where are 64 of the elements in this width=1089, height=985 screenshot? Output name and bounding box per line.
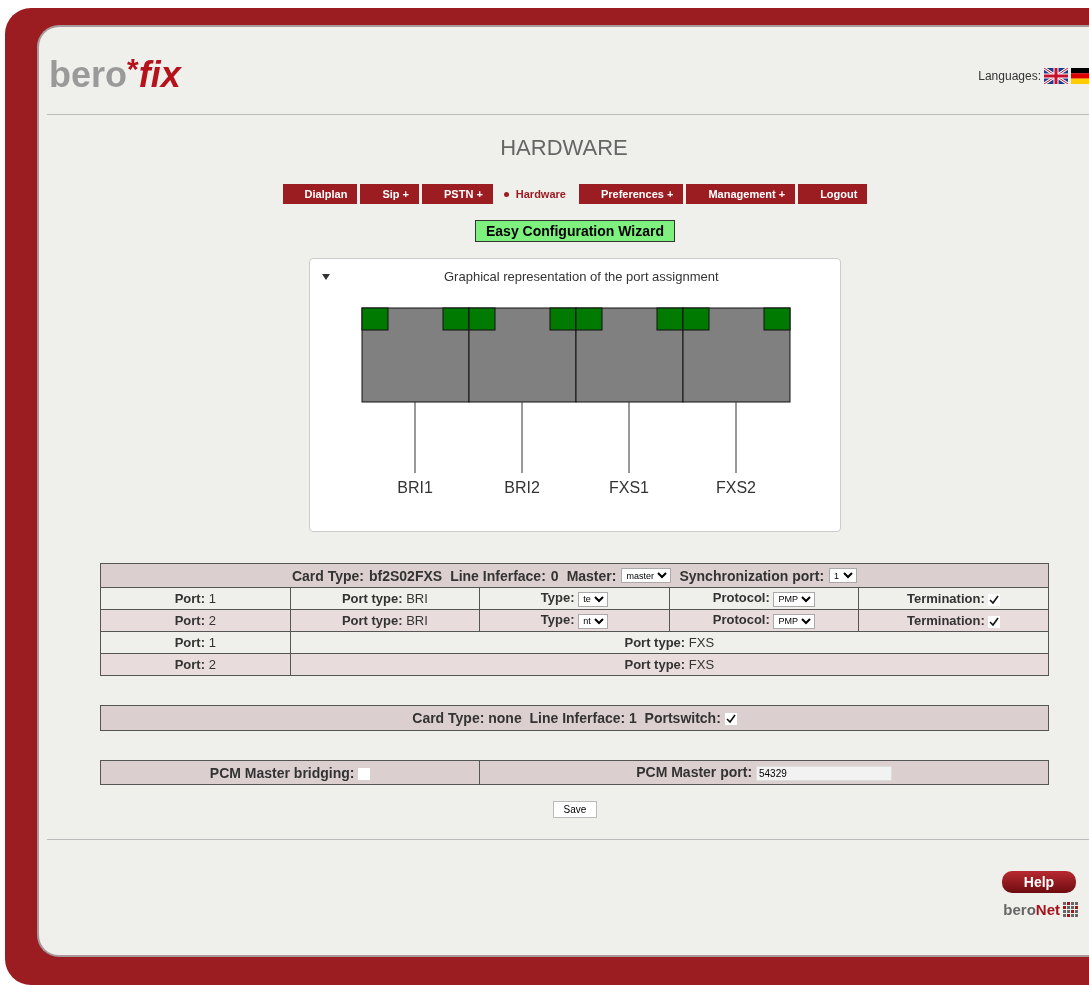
protocol-label: Protocol:	[712, 590, 770, 606]
logo: bero$^{*}$fix	[49, 53, 181, 93]
master-port-field[interactable]: 54329	[756, 766, 892, 781]
port-value: 1	[208, 635, 216, 650]
termination-checkbox[interactable]	[988, 615, 1001, 628]
protocol-dropdown[interactable]: PMP	[773, 591, 816, 607]
termination-checkbox[interactable]	[988, 593, 1001, 606]
port-type-label: Port type:	[624, 635, 686, 650]
wizard-button[interactable]: Easy Configuration Wizard	[475, 220, 675, 242]
port-type-value: FXS	[688, 657, 715, 672]
protocol-dropdown[interactable]: PMP	[773, 613, 816, 629]
help-button[interactable]: Help	[1002, 871, 1076, 893]
port-value: 2	[208, 613, 216, 628]
collapse-triangle-icon[interactable]	[322, 273, 330, 280]
type-label: Type:	[540, 590, 575, 606]
port-value: 2	[208, 657, 216, 672]
port-value: 1	[208, 591, 216, 606]
port-type-label: Port type:	[624, 657, 686, 672]
tricolor-flag-icon[interactable]	[1071, 68, 1089, 84]
card-header: Card Type: none Line Inferface: 1 Portswitch:	[412, 710, 721, 726]
master-port-label: PCM Master port:	[636, 764, 753, 780]
type-label: Type:	[540, 612, 575, 628]
port-type-value: BRI	[406, 613, 428, 628]
dot-grid-icon	[1063, 902, 1079, 918]
field-label: Synchronization port:	[679, 567, 825, 584]
field-label: Card Type:	[291, 567, 364, 584]
save-button[interactable]: Save	[552, 801, 598, 818]
nav-tab[interactable]: Logout	[798, 184, 868, 204]
nav-tab[interactable]: Preferences +	[578, 184, 684, 204]
type-dropdown[interactable]: nt	[578, 613, 609, 629]
field-label: Master:	[566, 567, 617, 584]
termination-label: Termination:	[907, 613, 985, 628]
protocol-label: Protocol:	[712, 612, 770, 628]
nav-tab[interactable]: Sip +	[360, 184, 419, 204]
languages-label: Languages:	[978, 69, 1041, 83]
field-value: 0	[550, 567, 559, 584]
field-value: bf2S02FXS	[369, 567, 443, 584]
port-label: FXS1	[609, 479, 649, 496]
footer-logo: beroNet	[1003, 901, 1060, 919]
port-type-value: BRI	[406, 591, 428, 606]
port-label: Port:	[174, 591, 206, 606]
field-label: Line Inferface:	[450, 567, 546, 584]
page-title: HARDWARE	[499, 135, 629, 161]
bridging-label: PCM Master bridging:	[209, 764, 355, 781]
diagram-title: Graphical representation of the port assignment	[444, 269, 719, 284]
dropdown[interactable]: 1	[829, 568, 858, 583]
nav-tab[interactable]: PSTN +	[422, 184, 493, 204]
port-type-label: Port type:	[341, 613, 403, 628]
port-label: Port:	[174, 635, 206, 650]
port-label: BRI1	[397, 479, 433, 496]
type-dropdown[interactable]: te	[578, 591, 609, 607]
port-label: Port:	[174, 657, 206, 672]
port-label: Port:	[174, 613, 206, 628]
nav-tab[interactable]: Dialplan	[282, 184, 358, 204]
portswitch-checkbox[interactable]	[724, 713, 737, 726]
port-label: BRI2	[504, 479, 540, 496]
port-type-label: Port type:	[341, 591, 403, 606]
termination-label: Termination:	[907, 591, 985, 606]
dropdown[interactable]: master	[621, 568, 672, 583]
port-label: FXS2	[716, 479, 756, 496]
port-type-value: FXS	[688, 635, 715, 650]
union-flag-icon[interactable]	[1044, 68, 1068, 84]
bridging-checkbox[interactable]	[358, 767, 371, 780]
nav-tab[interactable]: Management +	[686, 184, 796, 204]
